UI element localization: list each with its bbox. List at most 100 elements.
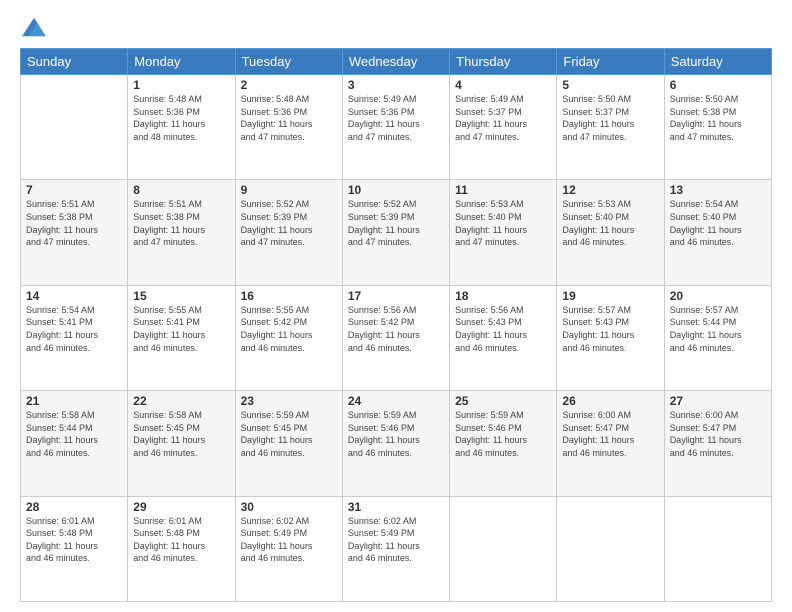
calendar-cell: 2Sunrise: 5:48 AMSunset: 5:36 PMDaylight…	[235, 75, 342, 180]
day-info: Sunrise: 5:54 AMSunset: 5:41 PMDaylight:…	[26, 304, 122, 354]
calendar-cell: 25Sunrise: 5:59 AMSunset: 5:46 PMDayligh…	[450, 391, 557, 496]
calendar-body: 1Sunrise: 5:48 AMSunset: 5:36 PMDaylight…	[21, 75, 772, 602]
day-number: 28	[26, 500, 122, 514]
day-info: Sunrise: 5:59 AMSunset: 5:45 PMDaylight:…	[241, 409, 337, 459]
day-number: 8	[133, 183, 229, 197]
calendar-cell: 8Sunrise: 5:51 AMSunset: 5:38 PMDaylight…	[128, 180, 235, 285]
day-info: Sunrise: 5:55 AMSunset: 5:42 PMDaylight:…	[241, 304, 337, 354]
calendar-cell: 31Sunrise: 6:02 AMSunset: 5:49 PMDayligh…	[342, 496, 449, 601]
calendar-cell: 21Sunrise: 5:58 AMSunset: 5:44 PMDayligh…	[21, 391, 128, 496]
calendar-cell: 1Sunrise: 5:48 AMSunset: 5:36 PMDaylight…	[128, 75, 235, 180]
logo-icon	[20, 16, 48, 38]
day-info: Sunrise: 5:50 AMSunset: 5:38 PMDaylight:…	[670, 93, 766, 143]
calendar-cell: 20Sunrise: 5:57 AMSunset: 5:44 PMDayligh…	[664, 285, 771, 390]
calendar-table: SundayMondayTuesdayWednesdayThursdayFrid…	[20, 48, 772, 602]
day-number: 11	[455, 183, 551, 197]
day-number: 6	[670, 78, 766, 92]
weekday-row: SundayMondayTuesdayWednesdayThursdayFrid…	[21, 49, 772, 75]
week-row-2: 7Sunrise: 5:51 AMSunset: 5:38 PMDaylight…	[21, 180, 772, 285]
day-info: Sunrise: 5:56 AMSunset: 5:42 PMDaylight:…	[348, 304, 444, 354]
day-number: 26	[562, 394, 658, 408]
day-number: 4	[455, 78, 551, 92]
day-info: Sunrise: 5:58 AMSunset: 5:45 PMDaylight:…	[133, 409, 229, 459]
day-info: Sunrise: 5:48 AMSunset: 5:36 PMDaylight:…	[133, 93, 229, 143]
day-number: 12	[562, 183, 658, 197]
calendar-cell	[450, 496, 557, 601]
calendar-cell	[664, 496, 771, 601]
weekday-header-wednesday: Wednesday	[342, 49, 449, 75]
day-info: Sunrise: 5:57 AMSunset: 5:44 PMDaylight:…	[670, 304, 766, 354]
header	[20, 16, 772, 38]
calendar-cell	[21, 75, 128, 180]
week-row-3: 14Sunrise: 5:54 AMSunset: 5:41 PMDayligh…	[21, 285, 772, 390]
day-info: Sunrise: 5:49 AMSunset: 5:37 PMDaylight:…	[455, 93, 551, 143]
day-number: 31	[348, 500, 444, 514]
calendar-cell: 23Sunrise: 5:59 AMSunset: 5:45 PMDayligh…	[235, 391, 342, 496]
day-info: Sunrise: 6:00 AMSunset: 5:47 PMDaylight:…	[670, 409, 766, 459]
week-row-5: 28Sunrise: 6:01 AMSunset: 5:48 PMDayligh…	[21, 496, 772, 601]
weekday-header-sunday: Sunday	[21, 49, 128, 75]
day-number: 15	[133, 289, 229, 303]
day-info: Sunrise: 5:59 AMSunset: 5:46 PMDaylight:…	[455, 409, 551, 459]
day-info: Sunrise: 5:48 AMSunset: 5:36 PMDaylight:…	[241, 93, 337, 143]
day-info: Sunrise: 6:02 AMSunset: 5:49 PMDaylight:…	[348, 515, 444, 565]
day-number: 17	[348, 289, 444, 303]
day-info: Sunrise: 5:55 AMSunset: 5:41 PMDaylight:…	[133, 304, 229, 354]
day-info: Sunrise: 6:00 AMSunset: 5:47 PMDaylight:…	[562, 409, 658, 459]
day-info: Sunrise: 5:57 AMSunset: 5:43 PMDaylight:…	[562, 304, 658, 354]
day-info: Sunrise: 5:53 AMSunset: 5:40 PMDaylight:…	[455, 198, 551, 248]
day-number: 24	[348, 394, 444, 408]
calendar-cell: 9Sunrise: 5:52 AMSunset: 5:39 PMDaylight…	[235, 180, 342, 285]
day-number: 5	[562, 78, 658, 92]
calendar-cell: 24Sunrise: 5:59 AMSunset: 5:46 PMDayligh…	[342, 391, 449, 496]
day-number: 13	[670, 183, 766, 197]
logo	[20, 16, 52, 38]
day-info: Sunrise: 5:49 AMSunset: 5:36 PMDaylight:…	[348, 93, 444, 143]
calendar-cell: 6Sunrise: 5:50 AMSunset: 5:38 PMDaylight…	[664, 75, 771, 180]
day-number: 3	[348, 78, 444, 92]
calendar-cell: 12Sunrise: 5:53 AMSunset: 5:40 PMDayligh…	[557, 180, 664, 285]
day-info: Sunrise: 5:54 AMSunset: 5:40 PMDaylight:…	[670, 198, 766, 248]
day-number: 19	[562, 289, 658, 303]
calendar-cell: 13Sunrise: 5:54 AMSunset: 5:40 PMDayligh…	[664, 180, 771, 285]
day-info: Sunrise: 5:51 AMSunset: 5:38 PMDaylight:…	[133, 198, 229, 248]
day-info: Sunrise: 6:01 AMSunset: 5:48 PMDaylight:…	[26, 515, 122, 565]
day-info: Sunrise: 5:58 AMSunset: 5:44 PMDaylight:…	[26, 409, 122, 459]
day-info: Sunrise: 6:02 AMSunset: 5:49 PMDaylight:…	[241, 515, 337, 565]
day-number: 29	[133, 500, 229, 514]
day-info: Sunrise: 5:51 AMSunset: 5:38 PMDaylight:…	[26, 198, 122, 248]
day-number: 30	[241, 500, 337, 514]
day-number: 7	[26, 183, 122, 197]
day-number: 14	[26, 289, 122, 303]
calendar-cell: 16Sunrise: 5:55 AMSunset: 5:42 PMDayligh…	[235, 285, 342, 390]
weekday-header-thursday: Thursday	[450, 49, 557, 75]
day-number: 22	[133, 394, 229, 408]
day-info: Sunrise: 5:50 AMSunset: 5:37 PMDaylight:…	[562, 93, 658, 143]
day-number: 16	[241, 289, 337, 303]
day-number: 23	[241, 394, 337, 408]
calendar-cell: 22Sunrise: 5:58 AMSunset: 5:45 PMDayligh…	[128, 391, 235, 496]
day-info: Sunrise: 5:56 AMSunset: 5:43 PMDaylight:…	[455, 304, 551, 354]
day-number: 1	[133, 78, 229, 92]
day-info: Sunrise: 6:01 AMSunset: 5:48 PMDaylight:…	[133, 515, 229, 565]
weekday-header-tuesday: Tuesday	[235, 49, 342, 75]
calendar-cell: 10Sunrise: 5:52 AMSunset: 5:39 PMDayligh…	[342, 180, 449, 285]
day-number: 2	[241, 78, 337, 92]
calendar-cell: 5Sunrise: 5:50 AMSunset: 5:37 PMDaylight…	[557, 75, 664, 180]
day-info: Sunrise: 5:52 AMSunset: 5:39 PMDaylight:…	[348, 198, 444, 248]
calendar-cell: 29Sunrise: 6:01 AMSunset: 5:48 PMDayligh…	[128, 496, 235, 601]
calendar-cell: 3Sunrise: 5:49 AMSunset: 5:36 PMDaylight…	[342, 75, 449, 180]
day-number: 27	[670, 394, 766, 408]
week-row-1: 1Sunrise: 5:48 AMSunset: 5:36 PMDaylight…	[21, 75, 772, 180]
day-number: 25	[455, 394, 551, 408]
calendar-cell: 28Sunrise: 6:01 AMSunset: 5:48 PMDayligh…	[21, 496, 128, 601]
weekday-header-friday: Friday	[557, 49, 664, 75]
day-number: 10	[348, 183, 444, 197]
day-number: 18	[455, 289, 551, 303]
calendar-cell: 15Sunrise: 5:55 AMSunset: 5:41 PMDayligh…	[128, 285, 235, 390]
week-row-4: 21Sunrise: 5:58 AMSunset: 5:44 PMDayligh…	[21, 391, 772, 496]
day-number: 20	[670, 289, 766, 303]
calendar-cell: 26Sunrise: 6:00 AMSunset: 5:47 PMDayligh…	[557, 391, 664, 496]
calendar-cell: 30Sunrise: 6:02 AMSunset: 5:49 PMDayligh…	[235, 496, 342, 601]
calendar-cell: 14Sunrise: 5:54 AMSunset: 5:41 PMDayligh…	[21, 285, 128, 390]
